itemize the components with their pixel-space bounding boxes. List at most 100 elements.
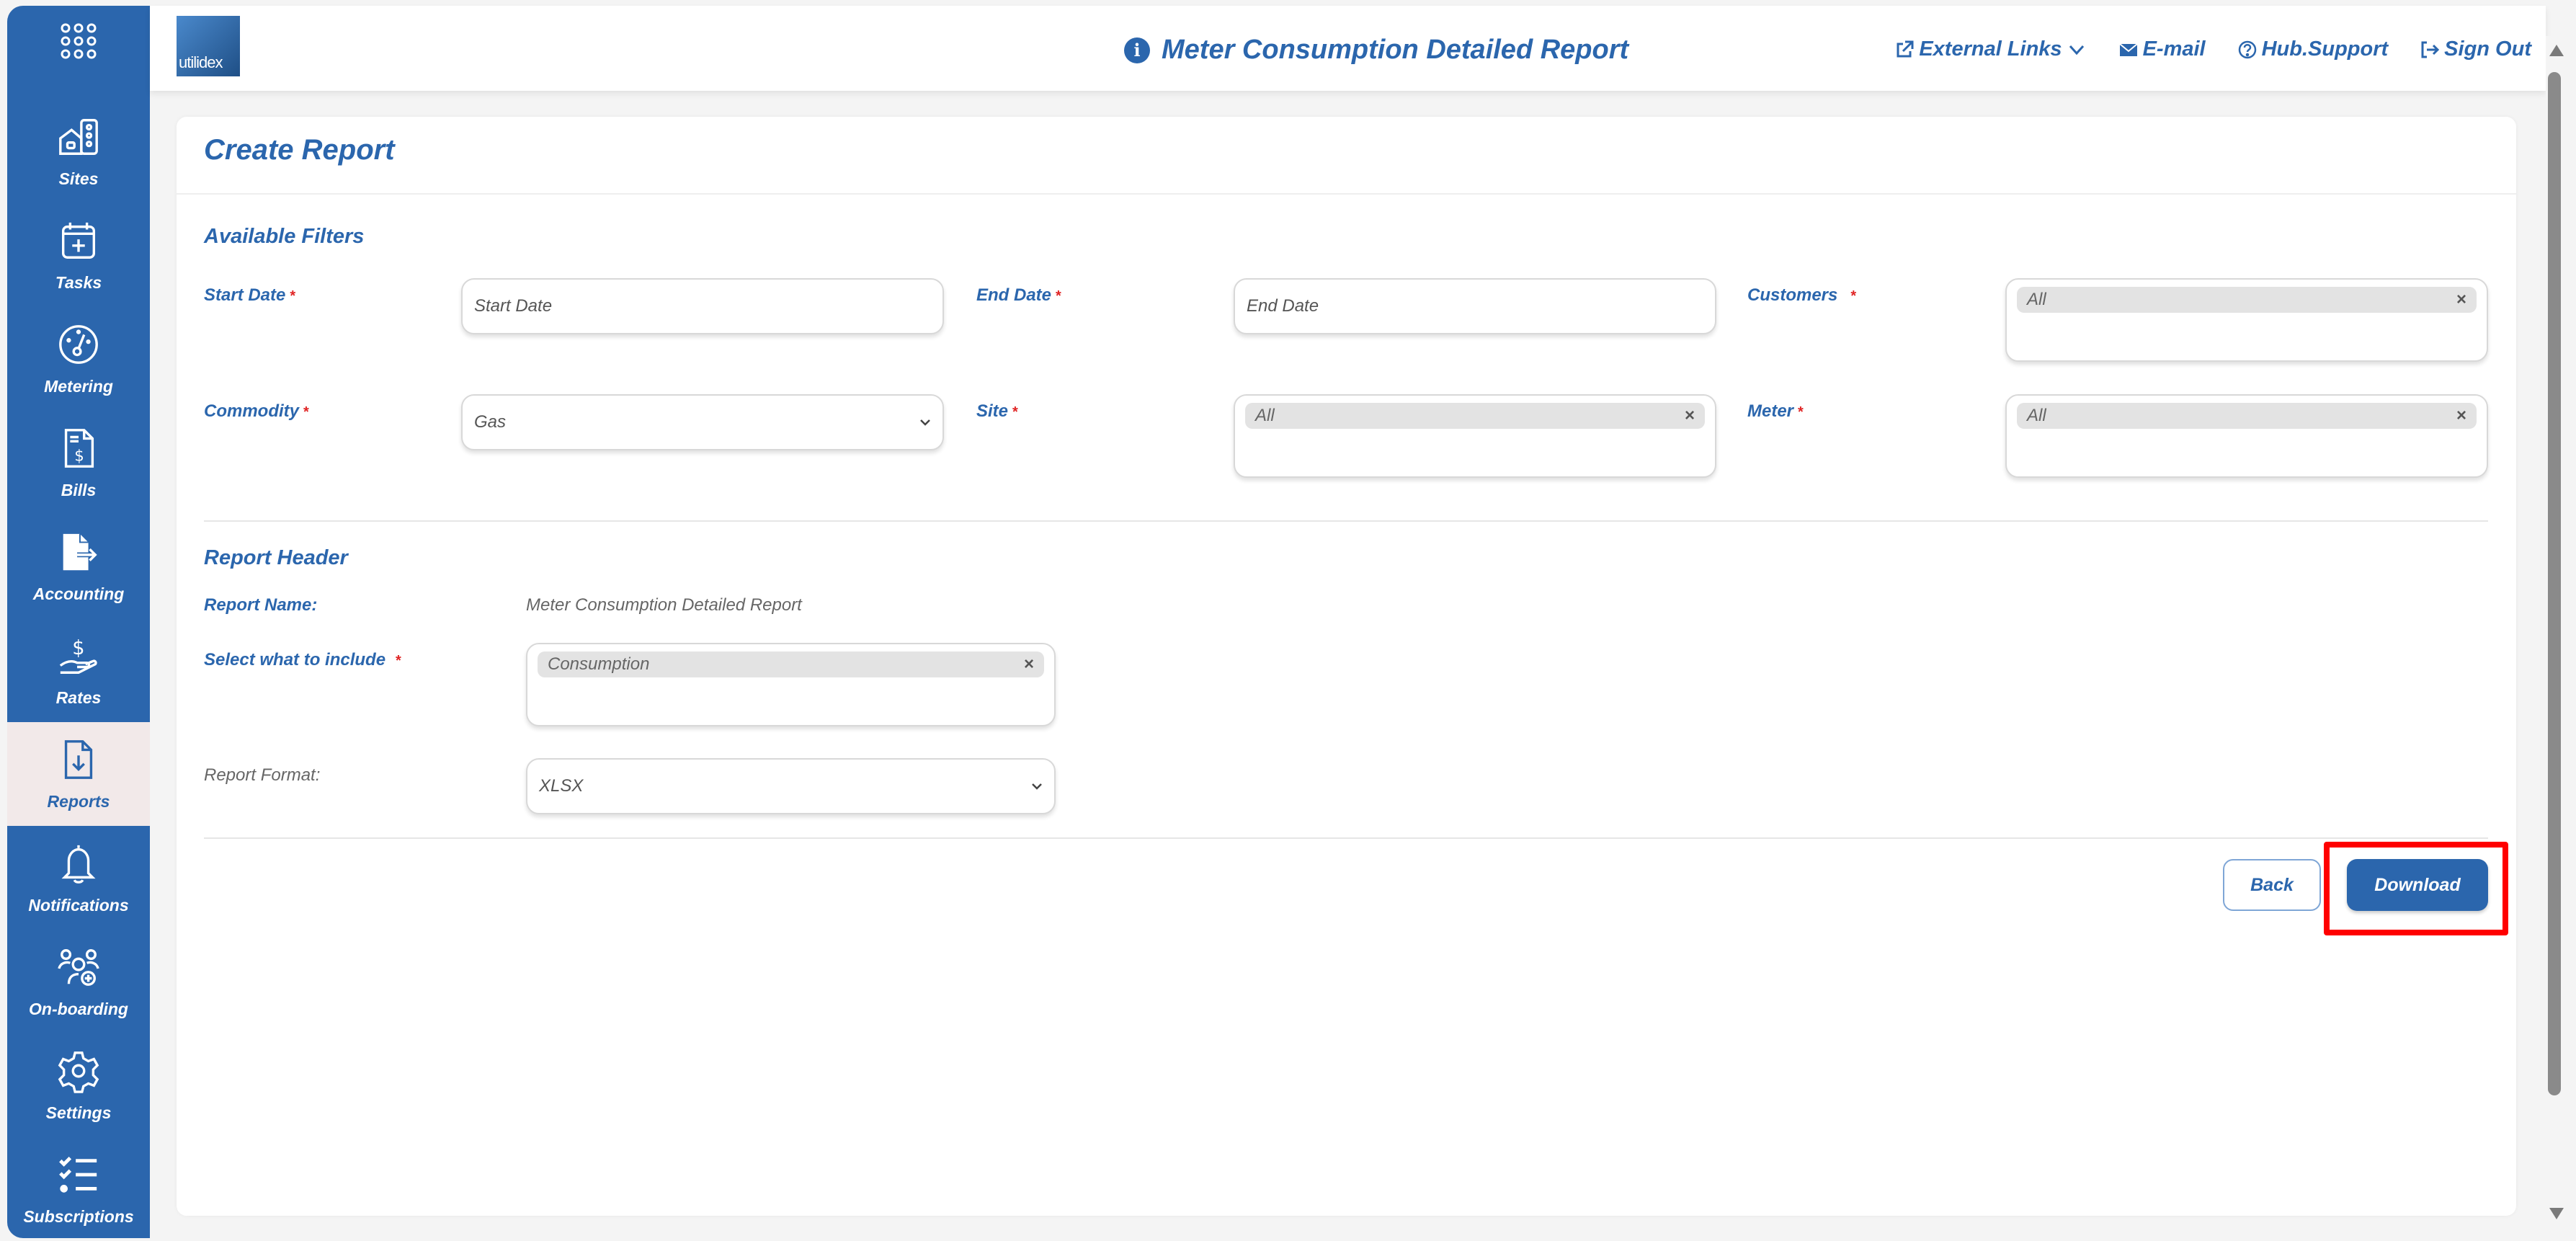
- include-label: Select what to include *: [204, 650, 401, 670]
- question-circle-icon: [2238, 40, 2256, 58]
- apps-grid-button[interactable]: [7, 16, 150, 66]
- file-download-icon: [64, 739, 93, 779]
- required-mark: *: [303, 404, 309, 420]
- remove-chip-icon[interactable]: ×: [2456, 406, 2466, 426]
- include-chip: Consumption ×: [538, 651, 1044, 677]
- sidebar-item-label: Bills: [61, 480, 97, 499]
- remove-chip-icon[interactable]: ×: [1685, 406, 1695, 426]
- top-bar: utilidex i Meter Consumption Detailed Re…: [150, 6, 2546, 91]
- sidebar-item-label: Subscriptions: [23, 1206, 134, 1226]
- end-date-input[interactable]: End Date: [1234, 278, 1716, 334]
- report-name-label: Report Name:: [204, 595, 318, 615]
- report-format-select[interactable]: XLSX: [526, 758, 1056, 814]
- commodity-label-text: Commodity: [204, 401, 299, 421]
- report-format-value: XLSX: [539, 776, 584, 796]
- calendar-plus-icon: [61, 222, 96, 259]
- scroll-up-arrow-icon[interactable]: [2549, 45, 2564, 56]
- chip-label: All: [1255, 406, 1275, 425]
- sidebar-item-notifications[interactable]: Notifications: [7, 826, 150, 930]
- sidebar-item-settings[interactable]: Settings: [7, 1033, 150, 1137]
- email-link[interactable]: E-mail: [2118, 37, 2206, 61]
- site-label-text: Site: [976, 401, 1009, 421]
- site-multiselect[interactable]: All ×: [1234, 394, 1716, 478]
- hub-support-link[interactable]: Hub.Support: [2237, 37, 2389, 61]
- required-mark: *: [1798, 404, 1804, 420]
- checklist-icon: [59, 1156, 97, 1193]
- sites-icon: [59, 118, 98, 155]
- envelope-icon: [2118, 43, 2138, 56]
- sidebar-item-reports[interactable]: Reports: [7, 722, 150, 826]
- gauge-icon: [59, 324, 98, 364]
- site-label: Site *: [976, 401, 1018, 422]
- sidebar-item-label: Settings: [45, 1103, 112, 1122]
- meter-label: Meter *: [1747, 401, 1804, 422]
- end-date-label: End Date *: [976, 285, 1061, 306]
- sidebar-item-label: Accounting: [32, 584, 125, 603]
- site-chip: All ×: [1245, 403, 1705, 429]
- page-title: i Meter Consumption Detailed Report: [1124, 35, 1628, 66]
- hub-support-label: Hub.Support: [2261, 37, 2389, 61]
- scrollbar-thumb[interactable]: [2548, 72, 2561, 1095]
- commodity-label: Commodity *: [204, 401, 309, 422]
- required-mark: *: [1012, 404, 1018, 420]
- include-label-text: Select what to include: [204, 650, 386, 670]
- meter-chip: All ×: [2017, 403, 2477, 429]
- file-export-icon: [63, 533, 99, 570]
- remove-chip-icon[interactable]: ×: [1024, 654, 1034, 675]
- customers-multiselect[interactable]: All ×: [2005, 278, 2488, 362]
- sidebar-item-sites[interactable]: Sites: [7, 99, 150, 203]
- bell-icon: [61, 845, 96, 884]
- sign-out-icon: [2421, 41, 2440, 58]
- report-format-label: Report Format:: [204, 765, 321, 785]
- header-links: External Links E-mail Hub.Support Sign O…: [1894, 37, 2531, 61]
- info-icon[interactable]: i: [1124, 37, 1150, 63]
- sidebar-item-metering[interactable]: Metering: [7, 307, 150, 411]
- chip-label: Consumption: [548, 654, 650, 674]
- meter-multiselect[interactable]: All ×: [2005, 394, 2488, 478]
- sidebar-item-tasks[interactable]: Tasks: [7, 203, 150, 307]
- chevron-down-icon: [1032, 783, 1042, 790]
- section-divider: [204, 520, 2488, 522]
- sidebar-item-label: On-boarding: [29, 999, 128, 1018]
- sidebar-item-subscriptions[interactable]: Subscriptions: [7, 1137, 150, 1241]
- start-date-label-text: Start Date: [204, 285, 286, 305]
- svg-text:$: $: [72, 637, 84, 659]
- start-date-input[interactable]: Start Date: [461, 278, 944, 334]
- users-plus-icon: [58, 948, 99, 986]
- meter-label-text: Meter: [1747, 401, 1794, 421]
- sidebar-item-label: Notifications: [28, 895, 129, 915]
- gear-icon: [58, 1051, 99, 1093]
- sidebar-item-label: Tasks: [55, 272, 102, 292]
- sign-out-link[interactable]: Sign Out: [2420, 37, 2531, 61]
- card-title: Create Report: [204, 134, 395, 166]
- back-button[interactable]: Back: [2223, 859, 2321, 911]
- download-button[interactable]: Download: [2347, 859, 2488, 911]
- required-mark: *: [1850, 288, 1857, 304]
- sidebar-item-label: Sites: [58, 169, 99, 188]
- chip-label: All: [2027, 406, 2046, 425]
- commodity-select[interactable]: Gas: [461, 394, 944, 450]
- svg-text:$: $: [74, 447, 84, 465]
- create-report-card: Create Report Available Filters Start Da…: [177, 117, 2516, 1216]
- page-title-text: Meter Consumption Detailed Report: [1162, 35, 1629, 65]
- sidebar-item-label: Reports: [47, 791, 110, 811]
- external-links-label: External Links: [1919, 37, 2062, 61]
- sign-out-label: Sign Out: [2444, 37, 2531, 61]
- sidebar-item-bills[interactable]: $ Bills: [7, 411, 150, 515]
- include-multiselect[interactable]: Consumption ×: [526, 643, 1056, 726]
- start-date-label: Start Date *: [204, 285, 295, 306]
- utilidex-logo[interactable]: utilidex: [177, 16, 240, 76]
- end-date-placeholder: End Date: [1247, 296, 1319, 316]
- customers-label: Customers *: [1747, 285, 1856, 306]
- sidebar-item-accounting[interactable]: Accounting: [7, 515, 150, 618]
- divider: [177, 193, 2516, 195]
- available-filters-heading: Available Filters: [204, 225, 365, 248]
- remove-chip-icon[interactable]: ×: [2456, 290, 2466, 310]
- customers-chip: All ×: [2017, 287, 2477, 313]
- required-mark: *: [1056, 288, 1061, 304]
- external-links-menu[interactable]: External Links: [1894, 37, 2086, 61]
- sidebar-item-onboarding[interactable]: On-boarding: [7, 930, 150, 1033]
- scroll-down-arrow-icon[interactable]: [2549, 1208, 2564, 1219]
- report-name-value: Meter Consumption Detailed Report: [526, 595, 802, 615]
- sidebar-item-rates[interactable]: $ Rates: [7, 618, 150, 722]
